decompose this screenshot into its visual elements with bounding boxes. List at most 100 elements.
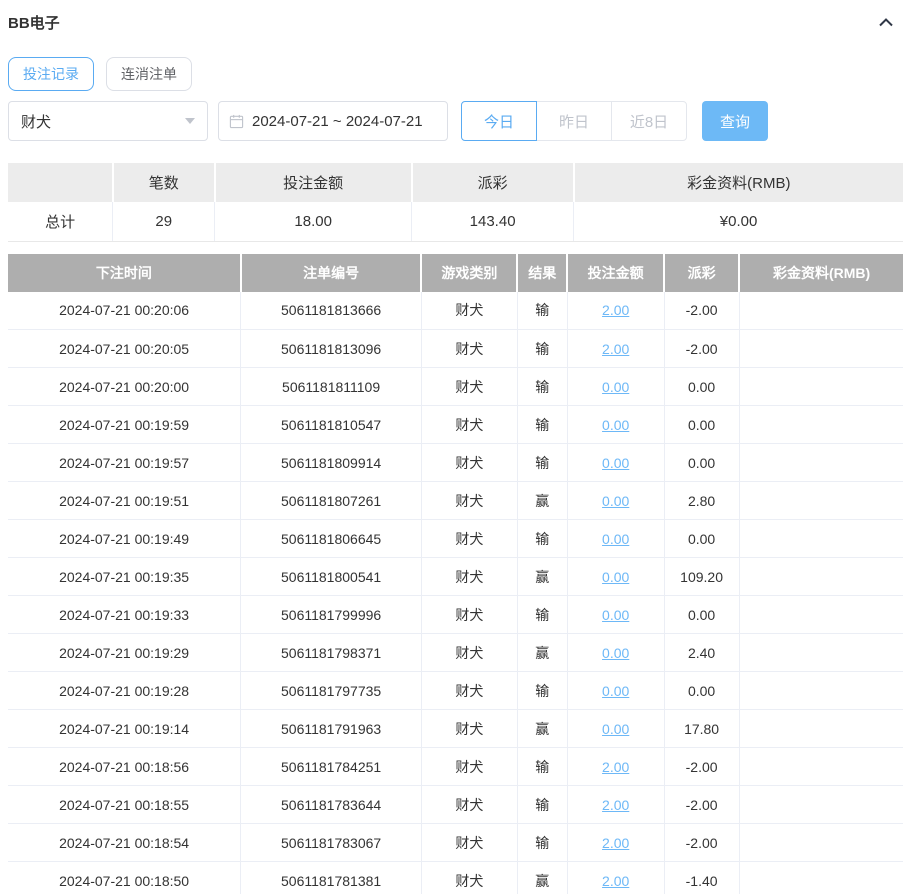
table-row: 2024-07-21 00:19:35 5061181800541 财犬 赢 0…	[8, 557, 903, 596]
cell-result: 赢	[517, 633, 568, 672]
records-header-row: 下注时间 注单编号 游戏类别 结果 投注金额 派彩 彩金资料(RMB)	[8, 253, 903, 292]
total-bet-amount: 18.00	[214, 202, 413, 242]
cell-bonus	[739, 519, 903, 558]
tab-cancelled-orders[interactable]: 连消注单	[106, 57, 192, 91]
bet-amount-link[interactable]: 2.00	[602, 873, 629, 889]
cell-bonus	[739, 709, 903, 748]
table-row: 2024-07-21 00:18:56 5061181784251 财犬 输 2…	[8, 747, 903, 786]
cell-result: 输	[517, 291, 568, 330]
cell-bet-time: 2024-07-21 00:18:54	[8, 823, 242, 862]
bet-amount-link[interactable]: 0.00	[602, 607, 629, 623]
cell-bonus	[739, 443, 903, 482]
bet-amount-link[interactable]: 2.00	[602, 302, 629, 318]
cell-payout: 0.00	[664, 443, 740, 482]
table-row: 2024-07-21 00:20:00 5061181811109 财犬 输 0…	[8, 367, 903, 406]
bet-amount-link[interactable]: 0.00	[602, 569, 629, 585]
cell-bet-amount: 2.00	[567, 785, 665, 824]
cell-result: 输	[517, 519, 568, 558]
collapse-panel-button[interactable]	[875, 13, 897, 34]
cell-game-type: 财犬	[421, 519, 518, 558]
bet-amount-link[interactable]: 0.00	[602, 379, 629, 395]
quick-date-filter-group: 今日 昨日 近8日	[461, 101, 687, 141]
bet-amount-link[interactable]: 2.00	[602, 797, 629, 813]
cell-bet-amount: 0.00	[567, 481, 665, 520]
header-order-id: 注单编号	[240, 253, 423, 292]
cell-order-id: 5061181783067	[240, 823, 422, 862]
records-table: 下注时间 注单编号 游戏类别 结果 投注金额 派彩 彩金资料(RMB) 2024…	[8, 253, 903, 894]
search-button[interactable]: 查询	[702, 101, 768, 141]
cell-result: 输	[517, 747, 568, 786]
bet-amount-link[interactable]: 2.00	[602, 759, 629, 775]
cell-bonus	[739, 747, 903, 786]
cell-bet-time: 2024-07-21 00:18:56	[8, 747, 242, 786]
cell-order-id: 5061181806645	[240, 519, 422, 558]
table-row: 2024-07-21 00:20:05 5061181813096 财犬 输 2…	[8, 329, 903, 368]
header-bet-amount: 投注金额	[567, 253, 665, 292]
total-bonus: ¥0.00	[573, 202, 903, 242]
cell-payout: 0.00	[664, 405, 740, 444]
cell-bonus	[739, 329, 903, 368]
cell-bet-amount: 2.00	[567, 329, 665, 368]
cell-order-id: 5061181783644	[240, 785, 422, 824]
cell-result: 输	[517, 595, 568, 634]
bet-amount-link[interactable]: 0.00	[602, 721, 629, 737]
cell-bet-time: 2024-07-21 00:18:55	[8, 785, 242, 824]
bet-amount-link[interactable]: 0.00	[602, 645, 629, 661]
cell-bonus	[739, 785, 903, 824]
cell-order-id: 5061181813096	[240, 329, 422, 368]
record-type-tabs: 投注记录 连消注单	[8, 57, 903, 91]
cell-bet-amount: 2.00	[567, 861, 665, 894]
date-range-input[interactable]: 2024-07-21 ~ 2024-07-21	[218, 101, 448, 141]
header-bet-time: 下注时间	[8, 253, 242, 292]
cell-order-id: 5061181800541	[240, 557, 422, 596]
chevron-down-icon	[185, 118, 195, 124]
quick-filter-today[interactable]: 今日	[461, 101, 537, 141]
table-row: 2024-07-21 00:19:49 5061181806645 财犬 输 0…	[8, 519, 903, 558]
cell-payout: -1.40	[664, 861, 740, 894]
cell-payout: 0.00	[664, 367, 740, 406]
header-bonus: 彩金资料(RMB)	[739, 253, 903, 292]
cell-order-id: 5061181784251	[240, 747, 422, 786]
cell-game-type: 财犬	[421, 481, 518, 520]
cell-bonus	[739, 861, 903, 894]
bet-amount-link[interactable]: 0.00	[602, 455, 629, 471]
summary-header-payout: 派彩	[411, 163, 575, 202]
cell-result: 输	[517, 405, 568, 444]
cell-order-id: 5061181798371	[240, 633, 422, 672]
bet-amount-link[interactable]: 2.00	[602, 341, 629, 357]
quick-filter-last8days[interactable]: 近8日	[611, 101, 687, 141]
table-row: 2024-07-21 00:19:51 5061181807261 财犬 赢 0…	[8, 481, 903, 520]
bet-amount-link[interactable]: 0.00	[602, 493, 629, 509]
cell-payout: -2.00	[664, 291, 740, 330]
cell-order-id: 5061181813666	[240, 291, 422, 330]
cell-payout: -2.00	[664, 329, 740, 368]
total-payout: 143.40	[411, 202, 575, 242]
cell-bet-amount: 0.00	[567, 443, 665, 482]
cell-bet-time: 2024-07-21 00:19:35	[8, 557, 242, 596]
cell-bet-time: 2024-07-21 00:19:51	[8, 481, 242, 520]
bet-amount-link[interactable]: 2.00	[602, 835, 629, 851]
cell-game-type: 财犬	[421, 405, 518, 444]
table-row: 2024-07-21 00:19:57 5061181809914 财犬 输 0…	[8, 443, 903, 482]
table-row: 2024-07-21 00:19:29 5061181798371 财犬 赢 0…	[8, 633, 903, 672]
cell-game-type: 财犬	[421, 291, 518, 330]
cell-payout: 0.00	[664, 671, 740, 710]
table-row: 2024-07-21 00:18:54 5061181783067 财犬 输 2…	[8, 823, 903, 862]
cell-payout: 2.40	[664, 633, 740, 672]
header-result: 结果	[517, 253, 569, 292]
cell-order-id: 5061181781381	[240, 861, 422, 894]
cell-bonus	[739, 671, 903, 710]
cell-bet-time: 2024-07-21 00:19:59	[8, 405, 242, 444]
quick-filter-yesterday[interactable]: 昨日	[536, 101, 612, 141]
tab-bet-records[interactable]: 投注记录	[8, 57, 94, 91]
bet-amount-link[interactable]: 0.00	[602, 531, 629, 547]
game-select[interactable]: 财犬	[8, 101, 208, 141]
bet-amount-link[interactable]: 0.00	[602, 683, 629, 699]
cell-bet-amount: 0.00	[567, 671, 665, 710]
table-row: 2024-07-21 00:19:28 5061181797735 财犬 输 0…	[8, 671, 903, 710]
cell-bet-time: 2024-07-21 00:19:33	[8, 595, 242, 634]
cell-game-type: 财犬	[421, 823, 518, 862]
cell-bet-amount: 2.00	[567, 291, 665, 330]
bet-amount-link[interactable]: 0.00	[602, 417, 629, 433]
cell-result: 输	[517, 367, 568, 406]
